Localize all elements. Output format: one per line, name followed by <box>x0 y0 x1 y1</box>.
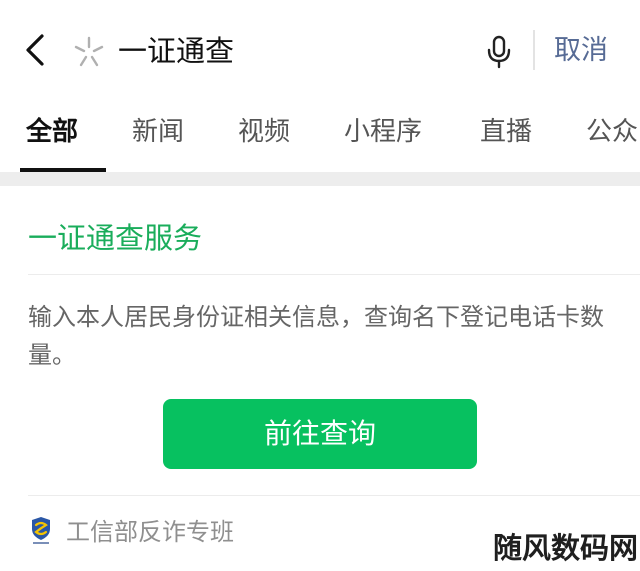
voice-search-button[interactable] <box>484 34 514 70</box>
watermark: 随风数码网 <box>493 526 640 571</box>
service-description: 输入本人居民身份证相关信息，查询名下登记电话卡数量。 <box>28 303 604 369</box>
service-title[interactable]: 一证通查服务 <box>28 218 202 258</box>
tab-news[interactable]: 新闻 <box>132 114 184 150</box>
search-category-tabs: 全部 新闻 视频 小程序 直播 公众 <box>0 100 640 172</box>
search-input[interactable]: 一证通查 <box>68 26 508 76</box>
search-header: 一证通查 取消 <box>0 0 640 100</box>
service-card: 一证通查服务 输入本人居民身份证相关信息，查询名下登记电话卡数量。 前往查询 工… <box>0 186 640 571</box>
tab-video[interactable]: 视频 <box>238 114 290 150</box>
tab-mini-program[interactable]: 小程序 <box>344 114 422 150</box>
back-button[interactable] <box>20 32 56 68</box>
card-divider-bottom <box>28 495 640 496</box>
search-query-text: 一证通查 <box>118 34 235 68</box>
go-query-button[interactable]: 前往查询 <box>163 399 477 469</box>
card-divider <box>28 274 640 275</box>
section-separator <box>0 172 640 186</box>
go-query-button-label: 前往查询 <box>263 417 376 450</box>
star-sparkle-icon <box>74 36 104 67</box>
source-account-name[interactable]: 工信部反诈专班 <box>66 516 234 548</box>
tab-official-accounts[interactable]: 公众 <box>586 114 638 150</box>
header-divider <box>533 30 535 70</box>
cancel-button[interactable]: 取消 <box>554 32 608 70</box>
search-results-page: 一证通查 取消 全部 新闻 视频 小程序 直播 公众 一证通查服务 输入本人居民… <box>0 0 640 571</box>
miit-shield-logo-icon <box>32 517 50 544</box>
chevron-left-icon <box>26 34 44 66</box>
microphone-icon <box>487 35 511 69</box>
tab-all[interactable]: 全部 <box>26 114 78 150</box>
watermark-text: 随风数码网 <box>493 531 639 565</box>
tab-live[interactable]: 直播 <box>480 114 532 150</box>
